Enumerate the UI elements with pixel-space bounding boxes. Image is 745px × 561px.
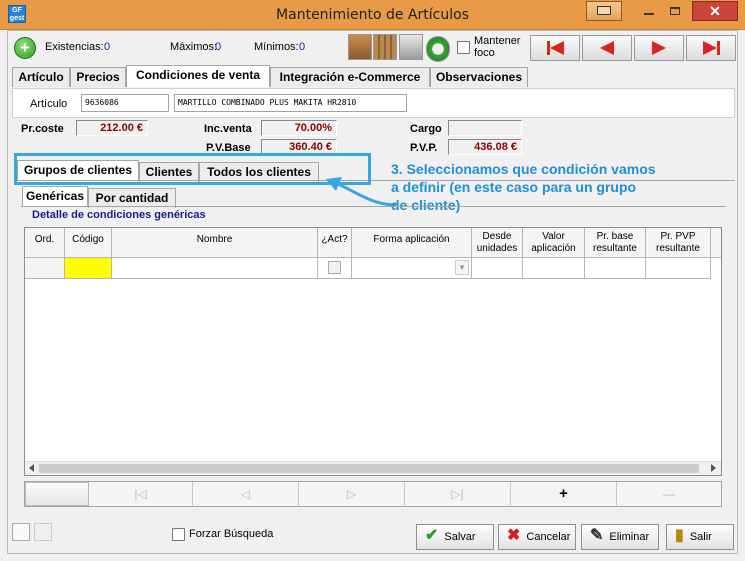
close-icon: ✕ (709, 3, 721, 19)
mantener-foco-checkbox[interactable] (457, 41, 470, 54)
boxes-icon[interactable] (348, 34, 372, 60)
pr-pvp-cell[interactable] (646, 258, 711, 279)
incventa-value: 70.00% (261, 120, 337, 136)
forzar-busqueda-label: Forzar Búsqueda (189, 528, 274, 540)
cancel-icon: ✖ (507, 527, 521, 545)
cargo-value (448, 120, 522, 136)
tab-precios[interactable]: Precios (70, 67, 126, 87)
paste-icon[interactable] (34, 523, 52, 541)
annotation-arrow-icon (326, 177, 397, 207)
close-button[interactable]: ✕ (692, 1, 738, 21)
first-record-button[interactable] (530, 35, 580, 61)
prcoste-label: Pr.coste (21, 123, 64, 135)
incventa-label: Inc.venta (204, 123, 252, 135)
pvp-label: P.V.P. (410, 142, 438, 154)
delete-icon[interactable]: — (617, 482, 721, 506)
copy-icon[interactable] (12, 523, 30, 541)
column-header-more (711, 228, 721, 258)
column-header-pr-pvp-resultante[interactable]: Pr. PVP resultante (646, 228, 711, 258)
maximos-value: 0 (215, 41, 222, 53)
add-icon[interactable]: + (14, 37, 36, 59)
pvp-value: 436.08 € (448, 139, 522, 155)
scrollbar-thumb[interactable] (39, 464, 699, 473)
activo-cell[interactable] (318, 258, 352, 279)
check-icon: ✔ (425, 527, 439, 545)
maximize-button[interactable] (662, 1, 688, 21)
next-record-icon (652, 41, 666, 55)
minimize-button[interactable] (636, 1, 662, 21)
conditions-grid[interactable]: Ord. Código Nombre ¿Act? Forma aplicació… (24, 227, 722, 476)
salvar-button[interactable]: ✔ Salvar (416, 524, 494, 550)
existencias-label: Existencias: (45, 41, 104, 53)
refresh-icon[interactable] (426, 36, 450, 62)
insert-icon[interactable]: + (511, 482, 617, 506)
pr-base-cell[interactable] (585, 258, 646, 279)
dropdown-chevron-icon[interactable]: ▼ (455, 260, 469, 275)
group-title: Detalle de condiciones genéricas (32, 209, 206, 221)
activo-checkbox[interactable] (328, 261, 341, 274)
tab-genericas[interactable]: Genéricas (22, 186, 88, 206)
column-header-forma-aplicacion[interactable]: Forma aplicación (352, 228, 472, 258)
grid-navigator: |◁ ◁ ▷ ▷| + — (24, 481, 722, 507)
column-header-valor-aplicacion[interactable]: Valor aplicación (523, 228, 585, 258)
column-header-activo[interactable]: ¿Act? (318, 228, 352, 258)
exit-door-icon: ▮ (675, 527, 684, 545)
forzar-busqueda-checkbox[interactable] (172, 528, 185, 541)
tab-integracion-ecommerce[interactable]: Integración e-Commerce (270, 67, 430, 87)
eraser-icon: ✎ (590, 527, 604, 545)
scroll-left-icon[interactable] (29, 464, 34, 472)
minimos-value: 0 (299, 41, 306, 53)
scroll-right-icon[interactable] (711, 464, 716, 472)
column-header-pr-base-resultante[interactable]: Pr. base resultante (585, 228, 646, 258)
cargo-label: Cargo (410, 123, 442, 135)
tab-por-cantidad[interactable]: Por cantidad (88, 188, 176, 208)
codigo-cell[interactable] (65, 258, 112, 279)
desde-unidades-cell[interactable] (472, 258, 523, 279)
nombre-cell[interactable] (112, 258, 318, 279)
last-icon[interactable]: ▷| (405, 482, 511, 506)
cancelar-button[interactable]: ✖ Cancelar (498, 524, 576, 550)
column-header-codigo[interactable]: Código (65, 228, 112, 258)
articulo-label: Artículo (30, 98, 68, 110)
tab-condiciones-de-venta[interactable]: Condiciones de venta (126, 65, 270, 87)
valor-aplicacion-cell[interactable] (523, 258, 585, 279)
salir-button[interactable]: ▮ Salir (666, 524, 734, 550)
window-title: Mantenimiento de Artículos (276, 7, 469, 23)
table-row-indicator[interactable] (25, 258, 65, 279)
title-bar: GF gest Mantenimiento de Artículos ✕ (0, 0, 745, 30)
articulo-code-field[interactable]: 9636086 (81, 94, 169, 112)
window-body: + Existencias: 0 Máximos: 0 Mínimos: 0 M… (7, 30, 738, 554)
previous-record-icon (600, 41, 614, 55)
mantener-foco-label: Mantener foco (474, 35, 521, 59)
restore-icon[interactable] (586, 1, 622, 21)
prior-icon[interactable]: ◁ (193, 482, 299, 506)
column-header-desde-unidades[interactable]: Desde unidades (472, 228, 523, 258)
last-record-button[interactable] (686, 35, 736, 61)
navigator-field-button[interactable] (25, 482, 89, 506)
sub-tabs-divider (21, 206, 726, 207)
forma-aplicacion-cell[interactable]: ▼ (352, 258, 472, 279)
tab-articulo[interactable]: Artículo (12, 67, 70, 87)
horizontal-scrollbar[interactable] (25, 461, 721, 475)
tab-observaciones[interactable]: Observaciones (430, 67, 528, 87)
column-header-nombre[interactable]: Nombre (112, 228, 318, 258)
calculator-icon[interactable] (399, 34, 423, 60)
maximos-label: Máximos: (170, 41, 218, 53)
minimos-label: Mínimos: (254, 41, 299, 53)
articulo-description-field[interactable]: MARTILLO COMBINADO PLUS MAKITA HR2810 (174, 94, 407, 112)
existencias-value: 0 (104, 41, 111, 53)
shelf-icon[interactable] (373, 34, 397, 60)
eliminar-button[interactable]: ✎ Eliminar (581, 524, 659, 550)
last-record-icon (702, 41, 717, 55)
previous-record-button[interactable] (582, 35, 632, 61)
column-header-ord[interactable]: Ord. (25, 228, 65, 258)
next-record-button[interactable] (634, 35, 684, 61)
prcoste-value: 212.00 € (76, 120, 148, 136)
next-icon[interactable]: ▷ (299, 482, 405, 506)
first-icon[interactable]: |◁ (89, 482, 193, 506)
